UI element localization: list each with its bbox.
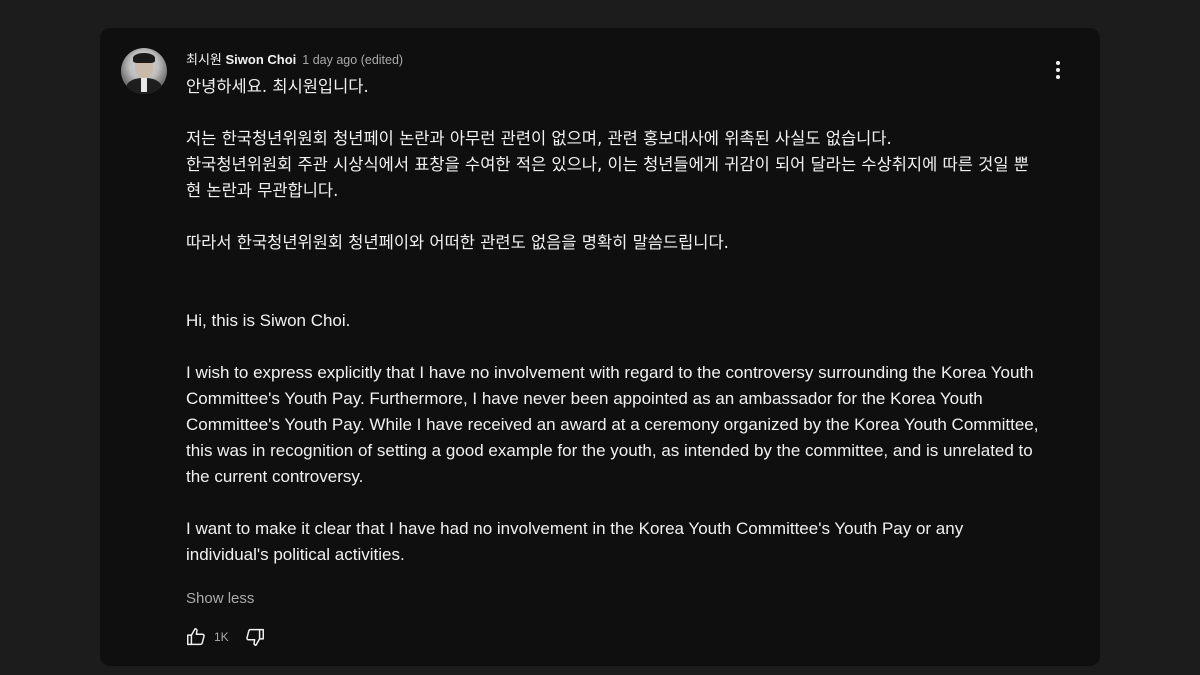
show-less-button[interactable]: Show less — [186, 590, 254, 607]
comment-header: 최시원 Siwon Choi 1 day ago (edited) — [186, 49, 403, 68]
dislike-button[interactable] — [243, 625, 267, 649]
comment-paragraph-en-2: I wish to express explicitly that I have… — [186, 363, 1039, 486]
more-vert-icon-dot — [1056, 68, 1060, 72]
comment-paragraph-ko-4: 따라서 한국청년위원회 청년페이와 어떠한 관련도 없음을 명확히 말씀드립니다… — [186, 233, 729, 252]
author-avatar[interactable] — [121, 48, 167, 94]
like-count: 1K — [214, 630, 229, 644]
edited-label: (edited) — [360, 53, 404, 67]
author-name-korean[interactable]: 최시원 — [186, 52, 222, 67]
comment-actions: 1K — [184, 625, 267, 649]
timestamp-text[interactable]: 1 day ago — [302, 53, 357, 67]
comment-body: 안녕하세요. 최시원입니다. 저는 한국청년위원회 청년페이 논란과 아무런 관… — [186, 74, 1046, 568]
avatar-hair — [133, 53, 155, 63]
comment-card: 최시원 Siwon Choi 1 day ago (edited) 안녕하세요.… — [100, 28, 1100, 666]
like-button[interactable] — [184, 625, 208, 649]
thumbs-down-icon — [245, 628, 264, 646]
comment-timestamp[interactable]: 1 day ago (edited) — [302, 53, 403, 67]
comment-paragraph-en-3: I want to make it clear that I have had … — [186, 519, 964, 564]
author-name-english[interactable]: Siwon Choi — [226, 52, 297, 67]
comment-paragraph-ko-1: 안녕하세요. 최시원입니다. — [186, 77, 369, 96]
comment-menu-button[interactable] — [1048, 58, 1068, 82]
more-vert-icon-dot — [1056, 75, 1060, 79]
comment-paragraph-ko-3: 한국청년위원회 주관 시상식에서 표창을 수여한 적은 있으나, 이는 청년들에… — [186, 155, 1029, 200]
author-name[interactable]: 최시원 Siwon Choi — [186, 49, 296, 68]
more-vert-icon — [1056, 61, 1060, 65]
comment-paragraph-en-1: Hi, this is Siwon Choi. — [186, 311, 351, 330]
avatar-shirt — [141, 78, 147, 92]
thumbs-up-icon — [187, 628, 205, 646]
comment-paragraph-ko-2: 저는 한국청년위원회 청년페이 논란과 아무런 관련이 없으며, 관련 홍보대사… — [186, 129, 892, 148]
